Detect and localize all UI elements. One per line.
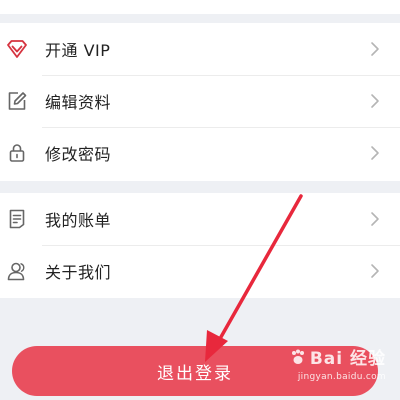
logout-button[interactable]: 退出登录 — [12, 346, 378, 396]
chevron-right-icon — [371, 212, 379, 226]
edit-icon — [6, 90, 28, 112]
settings-group-other: 我的账单 关于我们 — [0, 193, 400, 298]
menu-item-label: 关于我们 — [45, 263, 112, 282]
chevron-right-icon — [371, 94, 379, 108]
lock-icon — [6, 142, 28, 164]
chevron-right-icon — [371, 264, 379, 278]
menu-item-change-password[interactable]: 修改密码 — [0, 127, 400, 179]
chevron-right-icon — [371, 146, 379, 160]
people-icon — [6, 260, 28, 282]
menu-item-my-bills[interactable]: 我的账单 — [0, 193, 400, 245]
menu-item-label: 我的账单 — [45, 211, 112, 230]
menu-item-label: 编辑资料 — [45, 93, 112, 112]
document-icon — [6, 208, 28, 230]
chevron-right-icon — [371, 42, 379, 56]
menu-item-label: 修改密码 — [45, 145, 112, 164]
menu-item-edit-profile[interactable]: 编辑资料 — [0, 75, 400, 127]
top-card-edge — [0, 0, 400, 14]
menu-item-about-us[interactable]: 关于我们 — [0, 245, 400, 297]
settings-group-account: 开通 VIP 编辑资料 修改密码 — [0, 23, 400, 181]
menu-item-vip[interactable]: 开通 VIP — [0, 23, 400, 75]
logout-label: 退出登录 — [157, 363, 233, 384]
diamond-icon — [6, 38, 28, 60]
menu-item-label: 开通 VIP — [45, 41, 111, 60]
